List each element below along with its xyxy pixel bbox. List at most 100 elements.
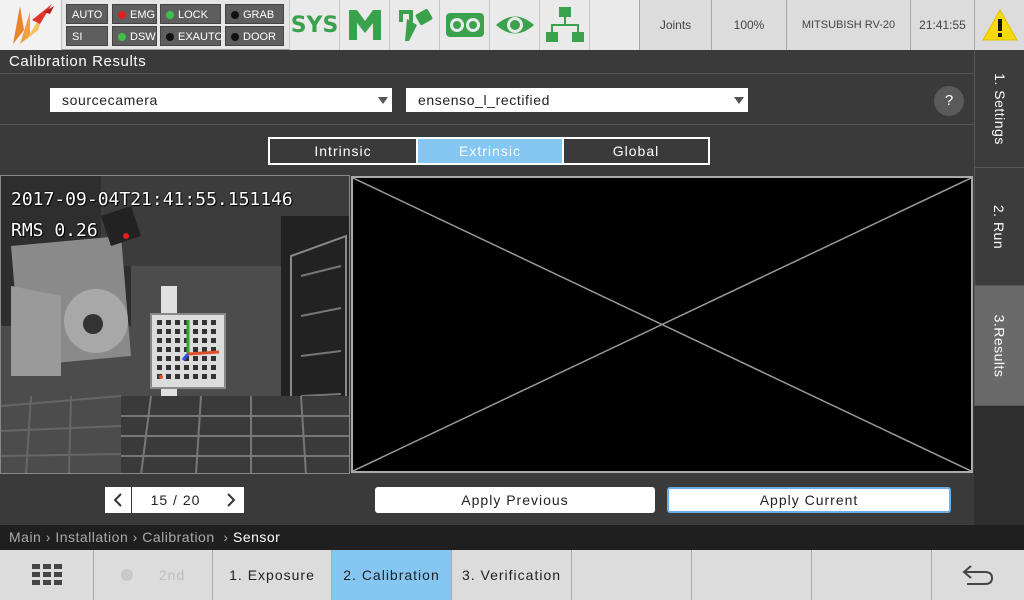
apps-menu-button[interactable] [0,550,94,600]
warning-button[interactable] [974,0,1024,50]
tool-button[interactable] [389,0,439,50]
tab-settings-label: 1. Settings [991,72,1008,145]
tab-settings[interactable]: 1. Settings [974,50,1024,168]
exauto-indicator-icon [166,33,174,41]
next-frame-button[interactable] [218,487,244,513]
vision-button[interactable] [489,0,539,50]
status-grab: GRAB [225,4,284,24]
status-emg-label: EMG [130,9,156,21]
breadcrumb-main[interactable]: Main [9,529,41,545]
breadcrumb-separator: › [132,529,143,545]
tab-run[interactable]: 2. Run [974,168,1024,286]
chevron-left-icon [113,493,122,507]
warning-icon [981,8,1018,41]
lock-indicator-icon [166,11,174,19]
target-camera-select[interactable]: ensenso_l_rectified [406,88,748,112]
second-label: 2nd [158,567,186,583]
joints-button[interactable]: Joints [639,0,711,50]
camera-rms: RMS 0.26 [11,220,98,241]
eye-icon [495,16,534,34]
bottom-nav: 2nd 1. Exposure 2. Calibration 3. Verifi… [0,550,1024,600]
mode-tabs: Intrinsic Extrinsic Global [268,137,710,165]
clock-time: 21:41:55 [919,18,966,32]
no-image-icon [353,178,971,471]
nav-verification[interactable]: 3. Verification [452,550,572,600]
joints-label: Joints [659,18,692,32]
status-door-label: DOOR [243,31,276,43]
apply-previous-button[interactable]: Apply Previous [375,487,655,513]
status-emg: EMG [112,4,157,24]
status-si: SI [66,26,108,46]
top-toolbar: AUTO SI EMG DSW LOCK EXAUTO GRAB DOOR SY… [0,0,1024,50]
robot-model-label: MITSUBISH RV-20 [801,19,896,31]
status-door: DOOR [225,26,284,46]
camera-button[interactable] [439,0,489,50]
gripper-m-icon [348,10,381,40]
tab-extrinsic[interactable]: Extrinsic [418,139,564,163]
app-window: AUTO SI EMG DSW LOCK EXAUTO GRAB DOOR SY… [0,0,1024,600]
chevron-down-icon [378,97,388,104]
status-exauto: EXAUTO [160,26,224,46]
source-camera-value: sourcecamera [62,92,158,108]
stereo-camera-icon [445,13,484,37]
breadcrumb-calibration[interactable]: Calibration [142,529,214,545]
breadcrumb-installation[interactable]: Installation [55,529,128,545]
source-camera-select[interactable]: sourcecamera [50,88,392,112]
tab-results-label: 3.Results [991,314,1008,377]
tab-global[interactable]: Global [564,139,708,163]
status-exauto-label: EXAUTO [178,31,224,43]
status-lock: LOCK [160,4,221,24]
gripper-button[interactable] [339,0,389,50]
clock: 21:41:55 [910,0,974,50]
breadcrumb-current: Sensor [232,529,281,545]
empty-slot [589,0,639,50]
network-button[interactable] [539,0,589,50]
frame-counter: 15 / 20 [132,487,219,513]
target-camera-value: ensenso_l_rectified [418,92,551,108]
tab-results[interactable]: 3.Results [974,286,1024,406]
tab-intrinsic[interactable]: Intrinsic [270,139,418,163]
status-auto: AUTO [66,4,108,24]
grid-icon [31,564,62,585]
divider [0,124,974,125]
sys-button[interactable]: SYS [289,0,339,50]
nav-empty-3 [812,550,932,600]
speed-value: 100% [733,18,765,32]
network-tree-icon [545,7,584,42]
grab-indicator-icon [231,11,239,19]
right-step-tabs: 1. Settings 2. Run 3.Results [974,50,1024,525]
back-button[interactable] [932,550,1024,600]
nav-exposure[interactable]: 1. Exposure [213,550,332,600]
nav-calibration[interactable]: 2. Calibration [332,550,452,600]
camera-image: 2017-09-04T21:41:55.151146 RMS 0.26 [0,175,350,474]
app-logo[interactable] [0,0,62,50]
status-auto-label: AUTO [72,9,103,21]
status-dsw-label: DSW [130,31,156,43]
breadcrumb: Main › Installation › Calibration › Sens… [0,525,1024,550]
tool-icon [398,9,432,41]
dsw-indicator-icon [118,33,126,41]
emg-indicator-icon [118,11,126,19]
camera-timestamp: 2017-09-04T21:41:55.151146 [11,189,293,210]
door-indicator-icon [231,33,239,41]
help-button[interactable]: ? [934,86,964,116]
back-arrow-icon [962,565,994,585]
breadcrumb-separator: › [219,529,233,545]
status-dot-icon [120,569,133,581]
previous-frame-button[interactable] [105,487,131,513]
apply-current-button[interactable]: Apply Current [667,487,951,513]
status-grab-label: GRAB [243,9,275,21]
nav-empty-1 [572,550,692,600]
speed-indicator[interactable]: 100% [711,0,786,50]
chevron-right-icon [227,493,236,507]
tab-run-label: 2. Run [991,204,1008,249]
chevron-down-icon [734,97,744,104]
status-dsw: DSW [112,26,157,46]
nav-empty-2 [692,550,812,600]
second-toggle: 2nd [94,550,213,600]
breadcrumb-separator: › [45,529,56,545]
sys-label: SYS [290,12,339,38]
status-lock-label: LOCK [178,9,208,21]
page-title: Calibration Results [0,50,974,74]
robot-model[interactable]: MITSUBISH RV-20 [786,0,910,50]
